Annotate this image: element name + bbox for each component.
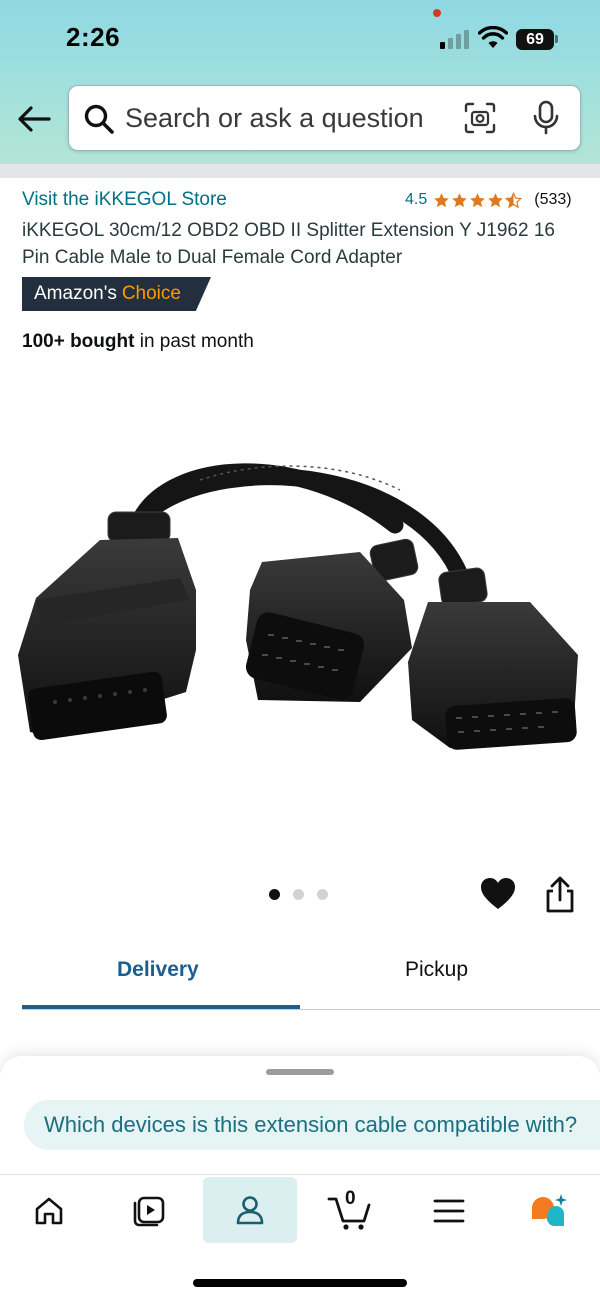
star-half-icon	[505, 191, 523, 208]
search-icon	[84, 104, 114, 134]
battery-indicator: 69	[516, 29, 554, 50]
product-title: iKKEGOL 30cm/12 OBD2 OBD II Splitter Ext…	[22, 220, 555, 268]
heart-icon[interactable]	[479, 876, 517, 914]
play-video-icon	[133, 1196, 165, 1227]
status-time: 2:26	[66, 22, 121, 52]
badge-accent: Choice	[121, 283, 181, 304]
nav-menu[interactable]	[419, 1180, 479, 1242]
carousel-dot-1[interactable]	[269, 889, 280, 900]
carousel-dot-2[interactable]	[293, 889, 304, 900]
amazons-choice-badge[interactable]: Amazon's Choice	[22, 277, 211, 311]
star-full-icon	[470, 192, 486, 207]
star-full-icon	[452, 192, 468, 207]
nav-inspire[interactable]	[119, 1180, 179, 1242]
tab-delivery[interactable]: Delivery	[117, 958, 199, 982]
home-indicator	[193, 1279, 407, 1287]
camera-search-icon[interactable]	[463, 101, 497, 135]
sheet-drag-handle[interactable]	[266, 1069, 334, 1075]
battery-tip	[555, 35, 558, 43]
product-rating[interactable]: 4.5 (533)	[405, 191, 572, 209]
star-full-icon	[434, 192, 450, 207]
bought-period: in past month	[139, 331, 254, 352]
back-arrow-icon	[18, 106, 51, 132]
star-full-icon	[488, 192, 504, 207]
visit-store-link[interactable]: Visit the iKKEGOL Store	[22, 189, 227, 211]
suggested-question-chip[interactable]: Which devices is this extension cable co…	[24, 1100, 600, 1150]
recording-indicator-dot	[433, 9, 441, 17]
share-icon[interactable]	[543, 876, 577, 914]
nav-rufus[interactable]	[518, 1180, 578, 1242]
back-button[interactable]	[14, 101, 54, 137]
search-input[interactable]	[125, 96, 455, 140]
rufus-assistant-icon	[532, 1194, 567, 1227]
microphone-icon[interactable]	[531, 100, 561, 136]
star-rating	[433, 191, 523, 209]
cart-count-badge: 0	[345, 1188, 356, 1209]
nav-home[interactable]	[19, 1180, 79, 1242]
image-carousel-dots[interactable]	[269, 889, 328, 900]
carousel-dot-3[interactable]	[317, 889, 328, 900]
home-icon	[35, 1197, 63, 1225]
person-icon	[236, 1196, 264, 1225]
wifi-icon	[478, 26, 508, 48]
purchase-count: 100+ bought in past month	[22, 331, 254, 353]
search-bar[interactable]	[68, 85, 581, 151]
obd2-splitter-cable-image[interactable]	[0, 430, 600, 770]
nav-account[interactable]	[203, 1177, 297, 1243]
rating-count: (533)	[534, 191, 572, 208]
badge-prefix: Amazon's	[34, 283, 117, 304]
header-divider	[0, 164, 600, 178]
rating-value: 4.5	[405, 191, 428, 208]
bought-count: 100+ bought	[22, 331, 135, 352]
tab-pickup[interactable]: Pickup	[405, 958, 468, 982]
tab-divider	[22, 1009, 600, 1010]
cellular-signal-icon	[440, 29, 470, 49]
hamburger-menu-icon	[433, 1199, 465, 1223]
